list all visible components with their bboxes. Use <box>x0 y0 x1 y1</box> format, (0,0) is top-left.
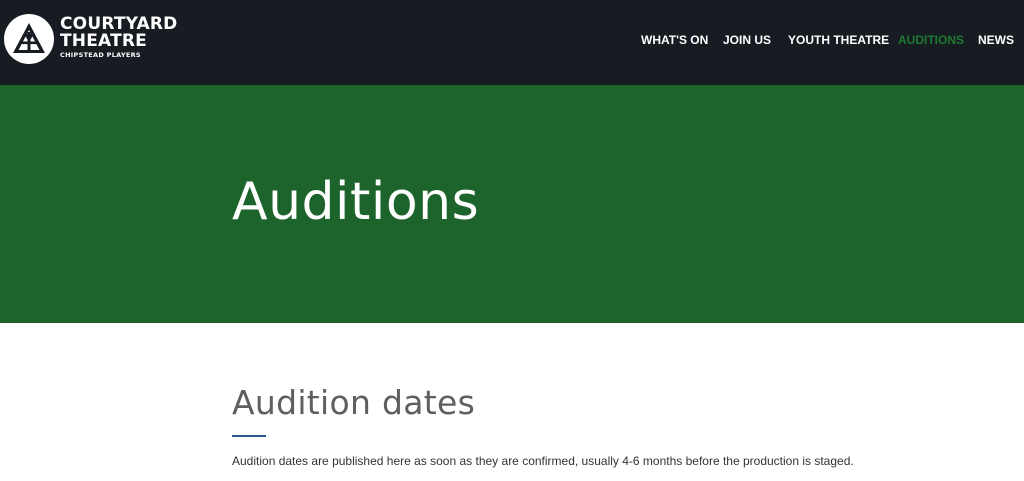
main-content: Audition dates Audition dates are publis… <box>232 380 932 470</box>
logo-line-theatre: THEATRE <box>60 31 147 51</box>
section-heading-audition-dates: Audition dates <box>232 383 476 422</box>
nav-item-whats-on[interactable]: WHAT'S ON <box>641 32 708 48</box>
logo-line-chipstead-players: CHIPSTEAD PLAYERS <box>60 51 141 59</box>
site-logo[interactable]: COURTYARD THEATRE CHIPSTEAD PLAYERS <box>4 14 178 64</box>
theatre-logo-icon <box>4 14 54 64</box>
nav-item-auditions[interactable]: AUDITIONS <box>898 32 964 48</box>
section-body-text: Audition dates are published here as soo… <box>232 454 854 468</box>
site-header: COURTYARD THEATRE CHIPSTEAD PLAYERS WHAT… <box>0 0 1024 85</box>
nav-item-youth-theatre[interactable]: YOUTH THEATRE <box>788 32 889 48</box>
heading-divider <box>232 435 266 437</box>
hero-banner: Auditions <box>0 85 1024 323</box>
nav-item-news[interactable]: NEWS <box>978 32 1014 48</box>
page-title: Auditions <box>232 172 480 232</box>
logo-wordmark: COURTYARD THEATRE CHIPSTEAD PLAYERS <box>60 14 178 60</box>
nav-item-join-us[interactable]: JOIN US <box>723 32 771 48</box>
